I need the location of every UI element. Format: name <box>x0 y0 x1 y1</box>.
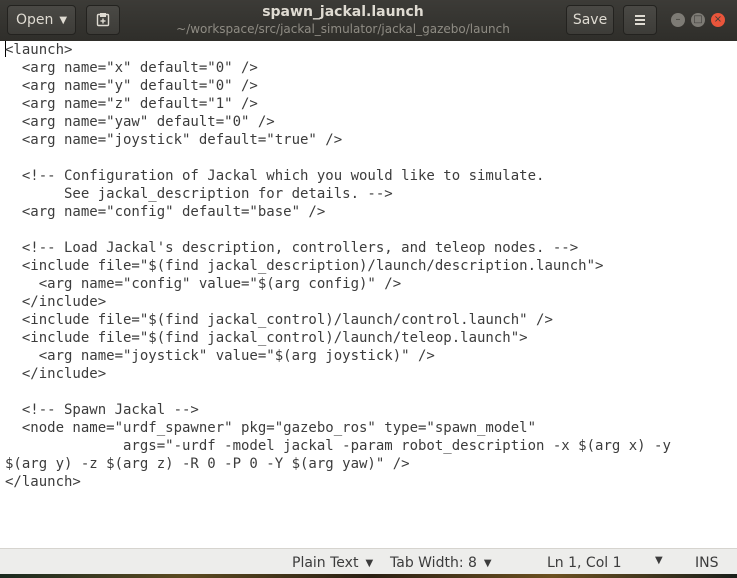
code-line[interactable] <box>5 383 737 401</box>
language-label: Plain Text <box>292 555 359 571</box>
insert-mode-indicator[interactable]: INS <box>695 555 719 571</box>
save-button[interactable]: Save <box>566 5 614 35</box>
code-line[interactable]: <!-- Spawn Jackal --> <box>5 401 737 419</box>
language-selector[interactable]: Plain Text ▼ <box>292 555 373 571</box>
code-line[interactable]: </include> <box>5 293 737 311</box>
code-line[interactable]: <arg name="config" value="$(arg config)"… <box>5 275 737 293</box>
header-bar: Open ▼ spawn_jackal.launch ~/workspace/s… <box>0 0 737 42</box>
code-line[interactable]: <arg name="y" default="0" /> <box>5 77 737 95</box>
chevron-down-icon: ▼ <box>483 557 492 569</box>
code-line[interactable]: args="-urdf -model jackal -param robot_d… <box>5 437 737 455</box>
cursor-position-selector[interactable]: Ln 1, Col 1 <box>547 555 622 571</box>
code-line[interactable] <box>5 221 737 239</box>
close-button[interactable]: × <box>711 13 725 27</box>
code-line[interactable]: <arg name="joystick" value="$(arg joysti… <box>5 347 737 365</box>
window-title-area: spawn_jackal.launch ~/workspace/src/jack… <box>130 3 556 37</box>
code-line[interactable]: <arg name="x" default="0" /> <box>5 59 737 77</box>
desktop-background-strip <box>0 574 737 578</box>
code-line[interactable]: <arg name="config" default="base" /> <box>5 203 737 221</box>
text-editor-area[interactable]: <launch> <arg name="x" default="0" /> <a… <box>0 41 737 548</box>
code-line[interactable]: <include file="$(find jackal_description… <box>5 257 737 275</box>
gedit-window: Open ▼ spawn_jackal.launch ~/workspace/s… <box>0 0 737 578</box>
maximize-button[interactable]: □ <box>691 13 705 27</box>
code-line[interactable]: <include file="$(find jackal_control)/la… <box>5 311 737 329</box>
code-line[interactable]: <node name="urdf_spawner" pkg="gazebo_ro… <box>5 419 737 437</box>
hamburger-menu-icon <box>635 15 645 25</box>
code-line[interactable] <box>5 149 737 167</box>
save-button-label: Save <box>572 12 608 28</box>
minimize-button[interactable]: – <box>671 13 685 27</box>
code-line[interactable]: <arg name="yaw" default="0" /> <box>5 113 737 131</box>
document-path: ~/workspace/src/jackal_simulator/jackal_… <box>176 22 510 36</box>
close-icon: × <box>713 14 723 25</box>
code-line[interactable]: <arg name="joystick" default="true" /> <box>5 131 737 149</box>
chevron-down-icon: ▼ <box>59 14 68 26</box>
open-button-label: Open <box>15 12 54 28</box>
chevron-down-icon: ▼ <box>365 557 374 569</box>
new-document-icon <box>96 13 110 27</box>
menu-button[interactable] <box>623 5 657 35</box>
maximize-icon: □ <box>693 14 703 25</box>
code-line[interactable]: <!-- Configuration of Jackal which you w… <box>5 167 737 185</box>
minimize-icon: – <box>675 14 681 25</box>
code-line[interactable]: See jackal_description for details. --> <box>5 185 737 203</box>
insert-mode-label: INS <box>695 555 719 571</box>
text-cursor <box>5 41 6 57</box>
code-line[interactable]: $(arg y) -z $(arg z) -R 0 -P 0 -Y $(arg … <box>5 455 737 473</box>
code-line[interactable]: </launch> <box>5 473 737 491</box>
code-line[interactable]: <arg name="z" default="1" /> <box>5 95 737 113</box>
new-tab-button[interactable] <box>86 5 120 35</box>
tab-width-label: Tab Width: 8 <box>390 555 477 571</box>
chevron-down-icon[interactable]: ▼ <box>655 555 663 566</box>
code-line[interactable]: </include> <box>5 365 737 383</box>
document-title: spawn_jackal.launch <box>262 4 424 20</box>
document-text[interactable]: <launch> <arg name="x" default="0" /> <a… <box>0 41 737 491</box>
cursor-position-label: Ln 1, Col 1 <box>547 555 622 571</box>
code-line[interactable]: <launch> <box>5 41 737 59</box>
code-line[interactable]: <include file="$(find jackal_control)/la… <box>5 329 737 347</box>
tab-width-selector[interactable]: Tab Width: 8 ▼ <box>390 555 492 571</box>
code-line[interactable]: <!-- Load Jackal's description, controll… <box>5 239 737 257</box>
open-button[interactable]: Open ▼ <box>7 5 76 35</box>
